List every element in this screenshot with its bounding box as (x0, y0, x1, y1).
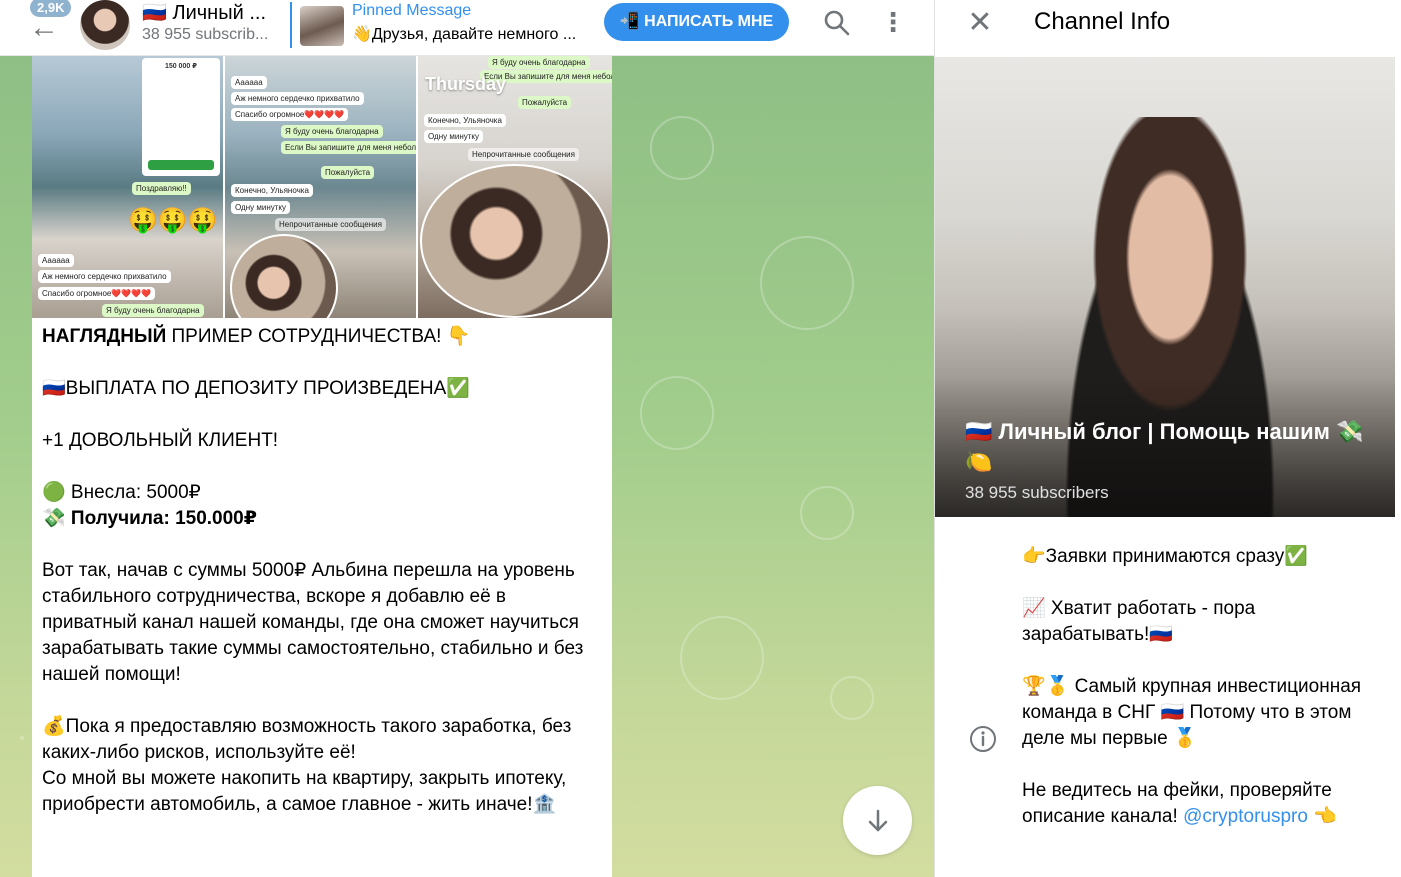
video-note-thumb-2 (420, 164, 610, 318)
unread-count-badge: 2,9K (30, 0, 72, 17)
post-payout-line: 🇷🇺ВЫПЛАТА ПО ДЕПОЗИТУ ПРОИЗВЕДЕНА✅ (42, 378, 470, 399)
post-headline-rest: ПРИМЕР СОТРУДНИЧЕСТВА! 👇 (166, 326, 471, 347)
channel-description: 👉Заявки принимаются сразу✅ 📈 Хватит рабо… (1022, 544, 1382, 830)
post-image-1[interactable]: 150 000 ₽ 🤑🤑🤑 Поздравляю!! Аааааа Аж нем… (32, 56, 223, 318)
channel-link[interactable]: @cryptoruspro (1183, 806, 1308, 827)
channel-photo[interactable]: 🇷🇺 Личный блог | Помощь нашим 💸🍋 38 955 … (935, 57, 1395, 517)
channel-info-panel: ✕ Channel Info 🇷🇺 Личный блог | Помощь н… (934, 0, 1401, 877)
post-text: НАГЛЯДНЫЙ ПРИМЕР СОТРУДНИЧЕСТВА! 👇 🇷🇺ВЫП… (42, 324, 598, 818)
pinned-text: 👋Друзья, давайте немного ... (352, 26, 577, 43)
post-paragraph-1: Вот так, начав с суммы 5000₽ Альбина пер… (42, 560, 584, 685)
panel-title: Channel Info (1034, 8, 1171, 35)
post-image-3[interactable]: Я буду очень благодарна Если Вы запишите… (418, 56, 612, 318)
desc-line-2: 📈 Хватит работать - пора зарабатывать!🇷🇺 (1022, 598, 1256, 645)
more-options-icon[interactable]: ⋮ (878, 6, 908, 38)
channel-post: 150 000 ₽ 🤑🤑🤑 Поздравляю!! Аааааа Аж нем… (32, 56, 612, 877)
post-deposit-line: 🟢 Внесла: 5000₽ (42, 482, 201, 503)
desc-line-4-end: 👈 (1307, 806, 1337, 827)
arrow-down-icon (868, 809, 888, 832)
chat-header: ← 2,9K 🇷🇺 Личный ... 38 955 subscrib... … (0, 0, 934, 56)
post-client-line: +1 ДОВОЛЬНЫЙ КЛИЕНТ! (42, 430, 279, 451)
search-icon[interactable] (822, 8, 852, 38)
write-me-button[interactable]: 📲 НАПИСАТЬ МНЕ (604, 3, 789, 41)
close-icon[interactable]: ✕ (965, 8, 995, 38)
post-image-2[interactable]: Аааааа Аж немного сердечко прихватило Сп… (225, 56, 416, 318)
post-received-line: 💸 Получила: 150.000₽ (42, 508, 257, 529)
desc-line-1: 👉Заявки принимаются сразу✅ (1022, 546, 1308, 567)
info-icon (968, 724, 998, 754)
desc-line-3: 🏆🥇 Самый крупная инвестиционная команда … (1022, 676, 1362, 749)
chat-subtitle: 38 955 subscrib... (142, 26, 269, 43)
post-headline-bold: НАГЛЯДНЫЙ (42, 326, 167, 347)
chat-title[interactable]: 🇷🇺 Личный ... (142, 0, 266, 25)
video-note-thumb-1 (230, 234, 338, 318)
pinned-label: Pinned Message (352, 2, 472, 19)
channel-name: 🇷🇺 Личный блог | Помощь нашим 💸🍋 (965, 419, 1364, 474)
money-face-emojis: 🤑🤑🤑 (128, 207, 218, 234)
scroll-down-button[interactable] (843, 786, 912, 855)
channel-avatar[interactable] (80, 0, 130, 50)
post-paragraph-2a: 💰Пока я предоставляю возможность такого … (42, 716, 572, 763)
pinned-thumbnail (300, 6, 344, 46)
pinned-message[interactable]: Pinned Message 👋Друзья, давайте немного … (290, 2, 590, 48)
payment-screenshot: 150 000 ₽ (142, 58, 220, 176)
day-label: Thursday (425, 74, 507, 94)
post-paragraph-2b: Со мной вы можете накопить на квартиру, … (42, 768, 567, 815)
subscriber-count: 38 955 subscribers (965, 483, 1109, 502)
